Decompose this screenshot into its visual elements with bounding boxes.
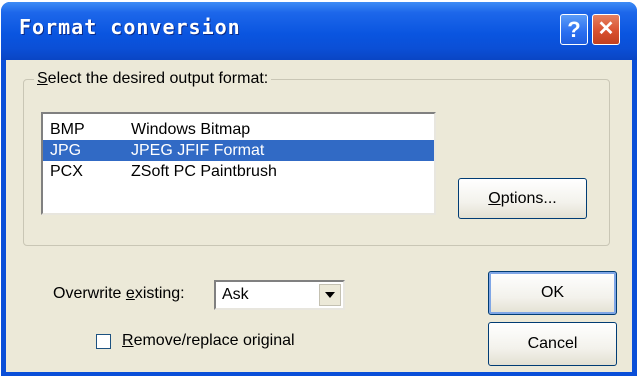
format-ext: PCX — [50, 163, 83, 180]
format-name: JPEG JFIF Format — [131, 142, 265, 159]
help-button[interactable]: ? — [560, 14, 588, 45]
format-name: Windows Bitmap — [131, 121, 251, 138]
format-name: ZSoft PC Paintbrush — [131, 163, 277, 180]
remove-original-label[interactable]: Remove/replace original — [122, 332, 295, 350]
format-list[interactable]: BMP Windows Bitmap JPG JPEG JFIF Format … — [41, 112, 436, 215]
close-button[interactable]: ✕ — [592, 14, 620, 45]
help-icon: ? — [567, 17, 581, 42]
list-item-selected[interactable]: JPG JPEG JFIF Format — [43, 140, 434, 161]
list-item[interactable]: BMP Windows Bitmap — [43, 119, 434, 140]
dialog-body: Select the desired output format: BMP Wi… — [6, 60, 632, 372]
chevron-down-icon[interactable] — [319, 284, 341, 306]
format-ext: JPG — [50, 142, 82, 159]
cancel-button[interactable]: Cancel — [488, 322, 617, 366]
output-format-label: Select the desired output format: — [34, 70, 272, 88]
format-ext: BMP — [50, 121, 85, 138]
list-item[interactable]: PCX ZSoft PC Paintbrush — [43, 161, 434, 182]
window-title: Format conversion — [19, 15, 241, 39]
ok-button[interactable]: OK — [488, 271, 617, 315]
remove-original-checkbox[interactable] — [96, 334, 111, 349]
title-bar[interactable]: Format conversion ? ✕ — [1, 2, 637, 60]
overwrite-existing-value: Ask — [222, 286, 249, 303]
format-conversion-dialog: Format conversion ? ✕ Select the desired… — [1, 2, 637, 376]
options-button[interactable]: Options... — [458, 178, 587, 219]
overwrite-existing-dropdown[interactable]: Ask — [214, 280, 345, 310]
overwrite-existing-label: Overwrite existing: — [53, 285, 185, 302]
close-icon: ✕ — [597, 18, 615, 40]
